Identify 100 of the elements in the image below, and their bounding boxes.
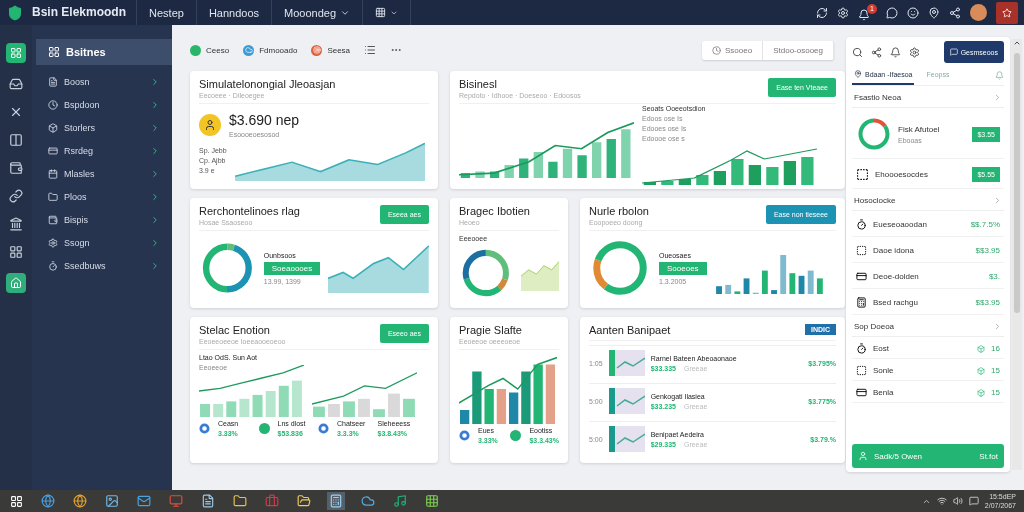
chevron-icon [150,237,160,248]
filter-chip[interactable]: Fdmooado [243,44,298,56]
rail-icon[interactable] [9,161,23,175]
search-icon[interactable] [852,46,863,58]
sidebar-item[interactable]: Storlers [36,117,172,138]
card-title: Nurle rbolon [589,205,649,217]
scroll-up-icon [1013,39,1021,47]
share-icon[interactable] [949,6,961,19]
card-title: Bisinesl [459,78,498,90]
nav-icon [48,46,60,58]
row-value: $$.7.5% [970,220,1000,229]
app-icon [393,494,407,508]
sidebar-item[interactable]: Bispis [36,209,172,230]
status-pill: Soeaoooes [263,261,321,275]
taskbar-button[interactable] [71,492,89,510]
chevron-icon [150,260,160,271]
card-title: Rerchontelinoes rlag [199,205,300,217]
segment-button[interactable]: Stdoo-osooeg [763,40,834,60]
chevron-icon [150,191,160,202]
filter-chip[interactable]: Seesa [311,44,351,56]
dot-icon [510,430,522,441]
cloud-icon [243,44,255,56]
row-icon [856,297,867,308]
nav-icon [48,145,58,156]
card-title: Aanten Banipaet [589,324,671,336]
taskbar-button[interactable] [327,492,345,510]
volume-icon[interactable] [952,496,963,506]
row-label: Bsed rachgu [873,298,918,307]
list-icon[interactable] [364,44,377,56]
home-icon[interactable] [6,273,26,293]
chevron-icon [150,122,160,133]
rail-icon[interactable] [9,189,23,203]
scrollbar[interactable] [1012,39,1022,470]
star-button[interactable] [996,1,1018,24]
row-label: Ehoooesocdes [875,170,928,179]
menu-item[interactable]: Hanndoos [196,0,273,25]
pin-icon [854,70,862,78]
app-icon [265,494,279,508]
ring-icon [459,430,470,441]
status-pill: Sooeoes [659,261,707,275]
chat-icon[interactable] [886,6,898,19]
row-label: Eost [873,344,889,353]
rail-icon[interactable] [9,245,23,259]
star-icon [1002,6,1012,19]
wifi-icon[interactable] [936,496,947,506]
nav-icon [48,214,58,225]
avatar[interactable] [970,4,987,21]
chevron-icon [150,145,160,156]
sidebar-item[interactable]: Ssogn [36,232,172,253]
segment-button[interactable]: Ssooeo [702,40,764,60]
sidebar-item[interactable]: Boosn [36,71,172,92]
pin-icon[interactable] [928,6,940,19]
sidebar-item[interactable]: Bsitnes [36,39,172,65]
card-title: Pragie Slafte [459,324,522,336]
rail-icon[interactable] [9,217,23,231]
app-icon [361,494,375,508]
section-header[interactable]: Sop Doeoa [852,317,1004,337]
nav-icon [48,168,58,179]
section-header[interactable]: Hosoclocke [852,191,1004,211]
menu-item[interactable]: Mooondeg [272,0,364,25]
grid-icon [375,7,387,18]
row-value: 16 [991,344,1000,353]
thumbnail-drawing [608,426,645,452]
smile-icon[interactable] [907,6,919,19]
row-icon [856,219,867,230]
app-tile-icon[interactable] [6,43,26,63]
section-header[interactable]: Fsastio Neoa [852,88,1004,108]
message-icon[interactable] [968,496,979,506]
box-icon [977,366,986,375]
app-icon [73,494,87,508]
filter-chip[interactable]: Ceeso [190,44,230,56]
logo-icon [7,4,23,21]
row-icon [856,271,867,282]
app-icon [233,494,247,508]
refresh-icon[interactable] [816,6,828,19]
share-icon[interactable] [871,46,882,58]
rail-icon[interactable] [9,105,23,119]
chevron-icon [150,214,160,225]
settings-icon[interactable] [909,46,920,58]
rail-icon[interactable] [9,133,23,147]
scroll-thumb[interactable] [1014,53,1020,313]
sidebar-item[interactable]: Ploos [36,186,172,207]
sidebar-item[interactable]: Rsrdeg [36,140,172,161]
row-icon [856,387,867,398]
app-icon [201,494,215,508]
row-icon [856,343,867,354]
app-icon [41,494,55,508]
row-label: Sonle [873,366,894,375]
sidebar-item[interactable]: Bspdoon [36,94,172,115]
sidebar-item[interactable]: Mlasles [36,163,172,184]
taskbar-button[interactable] [39,492,57,510]
taskbar-button[interactable] [391,492,409,510]
chevron-icon [150,168,160,179]
chevron-icon [993,322,1002,331]
taskbar-button[interactable] [103,492,121,510]
rail-icon[interactable] [9,77,23,91]
sidebar-item[interactable]: Ssedbuws [36,255,172,276]
chat-icon [949,48,958,56]
taskbar-button[interactable] [423,492,441,510]
bell-icon[interactable] [890,46,901,58]
